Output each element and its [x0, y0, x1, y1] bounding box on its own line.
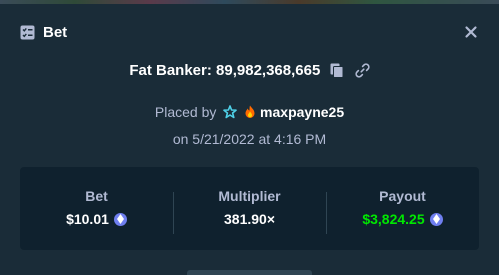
payout-label: Payout — [379, 188, 426, 204]
bet-value: $10.01 — [66, 211, 109, 227]
payout-stat: Payout $3,824.25 — [326, 188, 479, 234]
bet-date: on 5/21/2022 at 4:16 PM — [172, 131, 327, 147]
bet-amount: $10.01 — [66, 211, 127, 227]
game-line: Fat Banker: 89,982,368,665 — [0, 62, 499, 82]
modal-header: Bet — [20, 22, 67, 42]
fire-icon — [244, 105, 256, 122]
modal-title: Bet — [43, 23, 68, 41]
copy-icon[interactable] — [330, 63, 344, 82]
bet-modal: Bet Fat Banker: 89,982,368,665 Placed by — [0, 4, 499, 275]
ethereum-icon — [113, 212, 127, 226]
game-name: Fat Banker: — [129, 62, 212, 79]
bet-label: Bet — [85, 188, 108, 204]
close-icon[interactable] — [463, 24, 479, 40]
placed-by-line: Placed by maxpayne25 — [0, 104, 499, 122]
placed-by-label: Placed by — [154, 104, 217, 120]
star-badge-icon — [223, 105, 238, 122]
payout-amount: $3,824.25 — [362, 211, 443, 227]
multiplier-value: 381.90× — [224, 211, 275, 227]
multiplier-label: Multiplier — [218, 188, 281, 204]
link-icon[interactable] — [355, 63, 370, 82]
payout-value: $3,824.25 — [362, 211, 425, 227]
bet-id: 89,982,368,665 — [216, 62, 321, 79]
username-link[interactable]: maxpayne25 — [260, 104, 344, 120]
ethereum-icon — [429, 212, 443, 226]
bet-slip-icon — [20, 25, 35, 40]
bet-stats-panel: Bet $10.01 Multiplier 381.90× Payout $3,… — [20, 167, 479, 250]
bet-stat: Bet $10.01 — [20, 188, 173, 229]
multiplier-stat: Multiplier 381.90× — [173, 188, 326, 234]
